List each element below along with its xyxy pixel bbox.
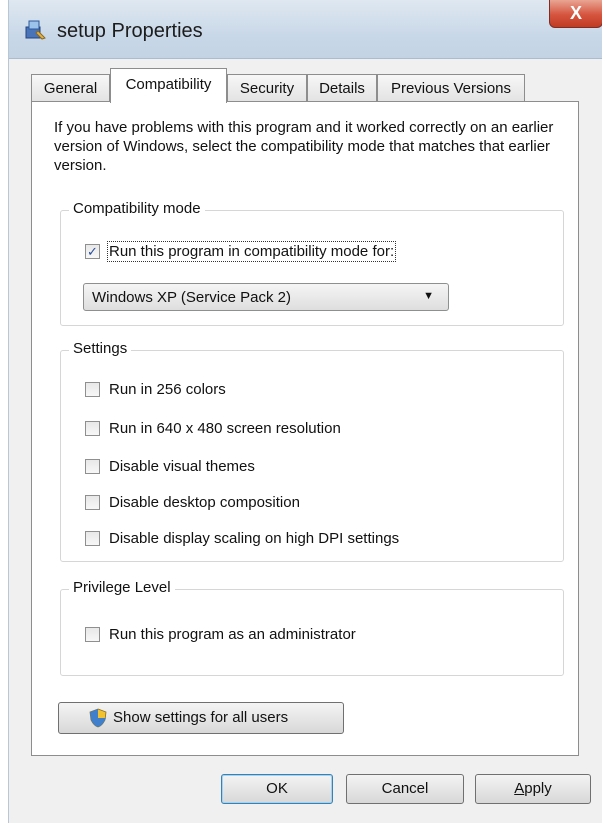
tab-general[interactable]: General — [31, 74, 110, 101]
show-settings-all-users-label: Show settings for all users — [113, 709, 289, 726]
run-as-admin-checkbox[interactable]: Run this program as an administrator — [85, 626, 485, 646]
disable-dpi-scaling-label: Disable display scaling on high DPI sett… — [109, 530, 400, 547]
tab-security[interactable]: Security — [227, 74, 307, 101]
checkbox-box[interactable] — [85, 382, 100, 397]
run-256-colors-label: Run in 256 colors — [109, 381, 226, 398]
run-as-admin-label: Run this program as an administrator — [109, 626, 356, 643]
show-settings-all-users-button[interactable]: Show settings for all users — [58, 702, 344, 734]
privilege-level-title: Privilege Level — [69, 579, 175, 596]
settings-group: Settings Run in 256 colors Run in 640 x … — [60, 340, 564, 562]
title-bar[interactable]: setup Properties X — [9, 0, 602, 59]
ok-button[interactable]: OK — [221, 774, 333, 804]
compatibility-mode-label: Run this program in compatibility mode f… — [106, 241, 397, 262]
chevron-down-icon: ▼ — [423, 290, 434, 302]
tab-details[interactable]: Details — [307, 74, 377, 101]
os-version-dropdown[interactable]: Windows XP (Service Pack 2) ▼ — [83, 283, 449, 311]
cancel-button[interactable]: Cancel — [346, 774, 464, 804]
run-640x480-checkbox[interactable]: Run in 640 x 480 screen resolution — [85, 420, 505, 440]
checkbox-box[interactable] — [85, 459, 100, 474]
tab-compatibility[interactable]: Compatibility — [110, 68, 227, 103]
installer-icon — [25, 20, 46, 40]
settings-title: Settings — [69, 340, 132, 357]
tab-previous-versions[interactable]: Previous Versions — [377, 74, 525, 101]
checkbox-box[interactable] — [85, 531, 100, 546]
properties-window: setup Properties X General Compatibility… — [8, 0, 602, 823]
intro-text: If you have problems with this program a… — [54, 119, 554, 174]
compatibility-mode-checkbox[interactable]: ✓ Run this program in compatibility mode… — [85, 241, 445, 263]
privilege-level-group: Privilege Level Run this program as an a… — [60, 579, 564, 676]
disable-desktop-composition-label: Disable desktop composition — [109, 494, 300, 511]
disable-desktop-composition-checkbox[interactable]: Disable desktop composition — [85, 494, 505, 514]
window-title: setup Properties — [57, 20, 203, 42]
disable-visual-themes-label: Disable visual themes — [109, 458, 255, 475]
disable-visual-themes-checkbox[interactable]: Disable visual themes — [85, 458, 505, 478]
checkbox-box[interactable] — [85, 495, 100, 510]
checkbox-box[interactable]: ✓ — [85, 244, 100, 259]
compatibility-mode-title: Compatibility mode — [69, 200, 205, 217]
apply-mnemonic: A — [514, 780, 525, 797]
close-button[interactable]: X — [549, 0, 602, 28]
disable-dpi-scaling-checkbox[interactable]: Disable display scaling on high DPI sett… — [85, 530, 505, 550]
checkbox-box[interactable] — [85, 421, 100, 436]
checkbox-box[interactable] — [85, 627, 100, 642]
run-640x480-label: Run in 640 x 480 screen resolution — [109, 420, 341, 437]
os-version-value: Windows XP (Service Pack 2) — [92, 289, 291, 306]
uac-shield-icon — [89, 708, 107, 728]
run-256-colors-checkbox[interactable]: Run in 256 colors — [85, 381, 505, 401]
apply-button[interactable]: Apply — [475, 774, 591, 804]
compatibility-panel: If you have problems with this program a… — [31, 101, 579, 756]
apply-rest-label: pply — [524, 780, 552, 797]
compatibility-mode-group: Compatibility mode ✓ Run this program in… — [60, 200, 564, 326]
